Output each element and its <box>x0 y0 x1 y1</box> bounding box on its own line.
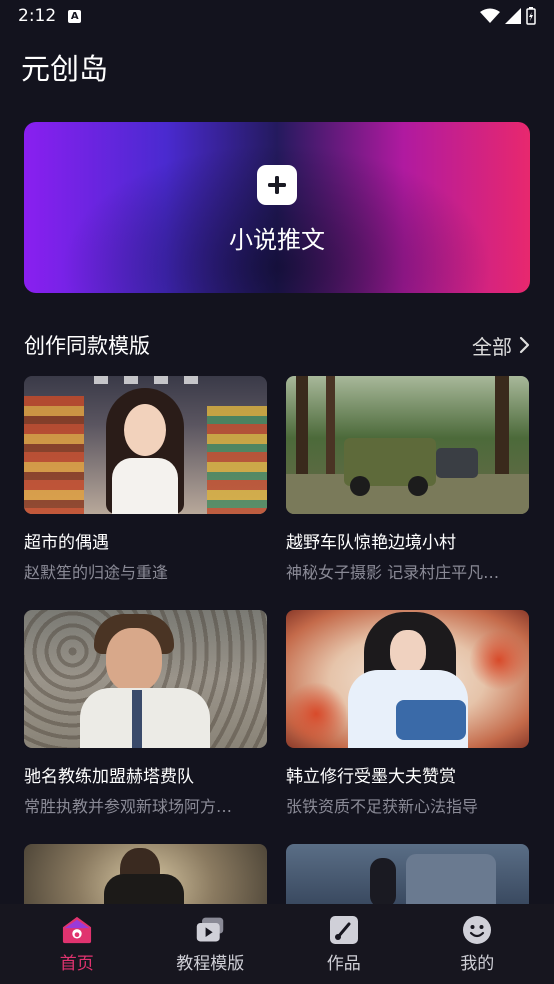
card-subtitle: 常胜执教并参观新球场阿方… <box>24 797 233 816</box>
view-all-label: 全部 <box>472 334 512 359</box>
template-card[interactable]: 驰名教练加盟赫塔费队 常胜执教并参观新球场阿方… <box>24 610 267 817</box>
template-card[interactable]: 越野车队惊艳边境小村 神秘女子摄影 记录村庄平凡… <box>286 376 529 583</box>
hero-label: 小说推文 <box>229 226 325 254</box>
novel-promo-banner[interactable]: 小说推文 <box>24 122 530 293</box>
template-thumbnail <box>24 610 267 748</box>
card-title: 超市的偶遇 <box>24 533 109 553</box>
notification-a-icon: A <box>68 9 82 23</box>
signal-icon <box>505 8 521 24</box>
battery-icon <box>526 7 536 25</box>
template-thumbnail <box>286 376 529 514</box>
bottom-tab-bar: 首页 教程模版 作品 我的 <box>0 904 554 984</box>
tab-home[interactable]: 首页 <box>27 915 127 974</box>
template-card[interactable]: 韩立修行受墨大夫赞赏 张铁资质不足获新心法指导 <box>286 610 529 817</box>
status-icons <box>480 7 536 25</box>
tab-label: 首页 <box>59 953 94 974</box>
template-thumbnail <box>286 610 529 748</box>
section-title: 创作同款模版 <box>24 334 150 358</box>
tab-label: 作品 <box>326 953 361 974</box>
card-subtitle: 神秘女子摄影 记录村庄平凡… <box>286 563 500 582</box>
add-icon <box>257 165 297 205</box>
app-title: 元创岛 <box>21 52 109 86</box>
status-bar: 2:12 A <box>0 0 554 32</box>
card-title: 韩立修行受墨大夫赞赏 <box>286 767 456 787</box>
chevron-right-icon <box>519 336 530 354</box>
card-title: 驰名教练加盟赫塔费队 <box>24 767 194 787</box>
status-time: 2:12 <box>18 6 57 26</box>
tutorial-icon <box>195 915 225 945</box>
template-card[interactable]: 超市的偶遇 赵默笙的归途与重逢 <box>24 376 267 583</box>
card-subtitle: 张铁资质不足获新心法指导 <box>286 797 479 816</box>
tab-profile[interactable]: 我的 <box>427 915 527 974</box>
tab-label: 教程模版 <box>176 953 245 974</box>
wifi-icon <box>480 8 500 23</box>
tab-works[interactable]: 作品 <box>294 915 394 974</box>
view-all-link[interactable]: 全部 <box>472 331 530 360</box>
template-thumbnail <box>24 376 267 514</box>
profile-icon <box>462 915 492 945</box>
card-title: 越野车队惊艳边境小村 <box>286 533 456 553</box>
works-icon <box>329 915 359 945</box>
tab-tutorials[interactable]: 教程模版 <box>160 915 260 974</box>
card-subtitle: 赵默笙的归途与重逢 <box>24 563 169 582</box>
tab-label: 我的 <box>460 953 495 974</box>
template-section-header: 创作同款模版 全部 <box>24 330 530 360</box>
home-icon <box>62 915 92 945</box>
